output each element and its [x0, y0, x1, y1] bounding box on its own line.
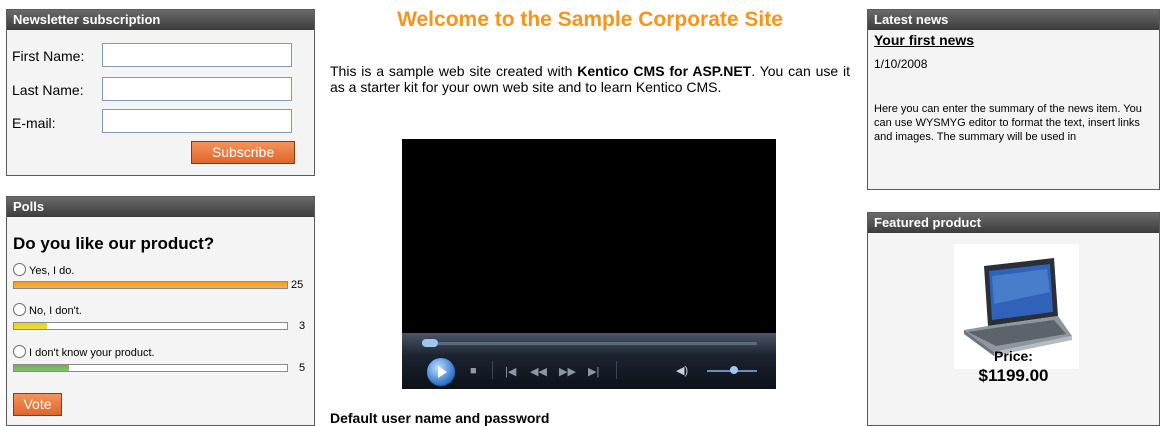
divider — [616, 361, 617, 379]
play-icon[interactable] — [426, 357, 456, 387]
poll-question: Do you like our product? — [13, 234, 215, 253]
vote-button[interactable]: Vote — [13, 393, 62, 416]
next-icon[interactable]: ▶| — [588, 365, 599, 378]
rewind-icon[interactable]: ◀◀ — [530, 365, 547, 378]
poll-bar-fill — [14, 282, 287, 288]
polls-header: Polls — [7, 197, 314, 217]
volume-handle[interactable] — [730, 366, 738, 374]
poll-bar-fill — [14, 365, 69, 371]
radio-no[interactable] — [13, 303, 26, 316]
radio-yes[interactable] — [13, 263, 26, 276]
news-item-title[interactable]: Your first news — [874, 32, 974, 48]
previous-icon[interactable]: |◀ — [505, 365, 516, 378]
poll-count: 5 — [299, 362, 306, 374]
subscribe-button[interactable]: Subscribe — [191, 141, 295, 164]
polls-box: Polls Do you like our product? Yes, I do… — [6, 196, 315, 426]
latest-news-box: Latest news Your first news 1/10/2008 He… — [867, 9, 1160, 190]
poll-answer-yes[interactable]: Yes, I do. — [13, 263, 74, 277]
news-item-date: 1/10/2008 — [874, 57, 928, 71]
poll-answer-label: No, I don't. — [29, 305, 82, 317]
email-field[interactable] — [102, 109, 292, 133]
fast-forward-icon[interactable]: ▶▶ — [559, 365, 576, 378]
volume-icon[interactable]: ◀) — [676, 364, 688, 377]
price-label: Price: — [994, 348, 1033, 364]
player-controls: ■ |◀ ◀◀ ▶▶ ▶| ◀) — [402, 333, 776, 389]
poll-count: 3 — [299, 320, 306, 332]
latest-news-header: Latest news — [868, 10, 1159, 30]
featured-product-box: Featured product Price: $1199.00 — [867, 212, 1160, 426]
featured-product-header: Featured product — [868, 213, 1159, 233]
seek-bar[interactable] — [422, 342, 757, 345]
poll-bar-fill — [14, 323, 47, 329]
email-label: E-mail: — [12, 115, 56, 131]
video-player[interactable]: ■ |◀ ◀◀ ▶▶ ▶| ◀) — [402, 139, 776, 389]
last-name-field[interactable] — [102, 77, 292, 101]
poll-bar-dont-know — [13, 364, 288, 372]
page-title: Welcome to the Sample Corporate Site — [397, 8, 783, 31]
radio-dont-know[interactable] — [13, 345, 26, 358]
first-name-field[interactable] — [102, 43, 292, 67]
poll-answer-label: I don't know your product. — [29, 347, 155, 359]
poll-bar-yes — [13, 281, 288, 289]
stop-icon[interactable]: ■ — [470, 365, 477, 377]
last-name-label: Last Name: — [12, 82, 84, 98]
seek-handle[interactable] — [422, 339, 438, 347]
divider — [492, 361, 493, 379]
poll-answer-no[interactable]: No, I don't. — [13, 303, 82, 317]
first-name-label: First Name: — [12, 48, 85, 64]
news-item-summary: Here you can enter the summary of the ne… — [874, 103, 1142, 143]
poll-answer-dont-know[interactable]: I don't know your product. — [13, 345, 155, 359]
newsletter-box: Newsletter subscription First Name: Last… — [6, 9, 315, 176]
newsletter-header: Newsletter subscription — [7, 10, 314, 30]
intro-text: This is a sample web site created with K… — [330, 63, 850, 95]
intro-text-start: This is a sample web site created with — [330, 63, 578, 79]
poll-count: 25 — [291, 279, 304, 291]
poll-bar-no — [13, 322, 288, 330]
product-name: Kentico CMS for ASP.NET — [577, 63, 752, 79]
price-value: $1199.00 — [978, 366, 1049, 385]
poll-answer-label: Yes, I do. — [29, 265, 75, 277]
